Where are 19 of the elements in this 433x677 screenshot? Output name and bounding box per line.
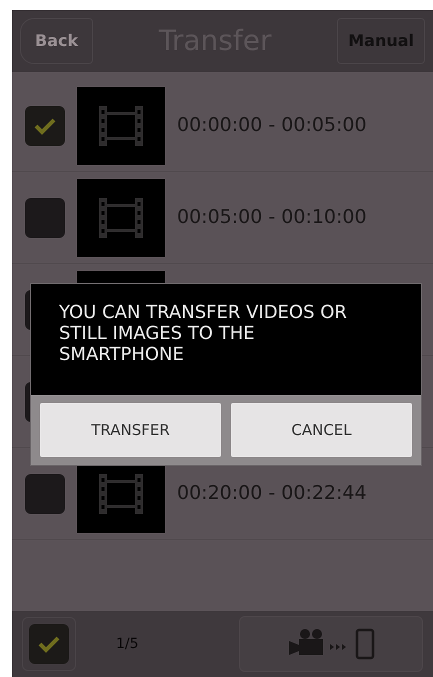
clip-row[interactable]: 00:00:00 - 00:05:00: [12, 80, 433, 172]
checkbox[interactable]: [25, 106, 65, 146]
checkmark-icon: [33, 116, 57, 134]
time-range: 00:20:00 - 00:22:44: [177, 481, 367, 506]
time-range: 00:00:00 - 00:05:00: [177, 113, 367, 138]
dialog-button[interactable]: CANCEL: [231, 403, 412, 457]
transfer-to-phone-button[interactable]: [239, 616, 423, 672]
time-range: 00:05:00 - 00:10:00: [177, 205, 367, 230]
film-icon: [99, 106, 143, 146]
checkbox[interactable]: [25, 198, 65, 238]
clip-row[interactable]: 00:05:00 - 00:10:00: [12, 172, 433, 264]
dialog-message: YOU CAN TRANSFER VIDEOS OR STILL IMAGES TO THE SMARTPHONE: [59, 302, 348, 365]
film-icon: [99, 198, 143, 238]
checkbox[interactable]: [25, 474, 65, 514]
dialog-button[interactable]: TRANSFER: [40, 403, 221, 457]
back-button[interactable]: Back: [20, 18, 94, 64]
checkmark-icon: [37, 635, 61, 653]
checkbox[interactable]: [29, 624, 69, 664]
film-icon: [99, 474, 143, 514]
